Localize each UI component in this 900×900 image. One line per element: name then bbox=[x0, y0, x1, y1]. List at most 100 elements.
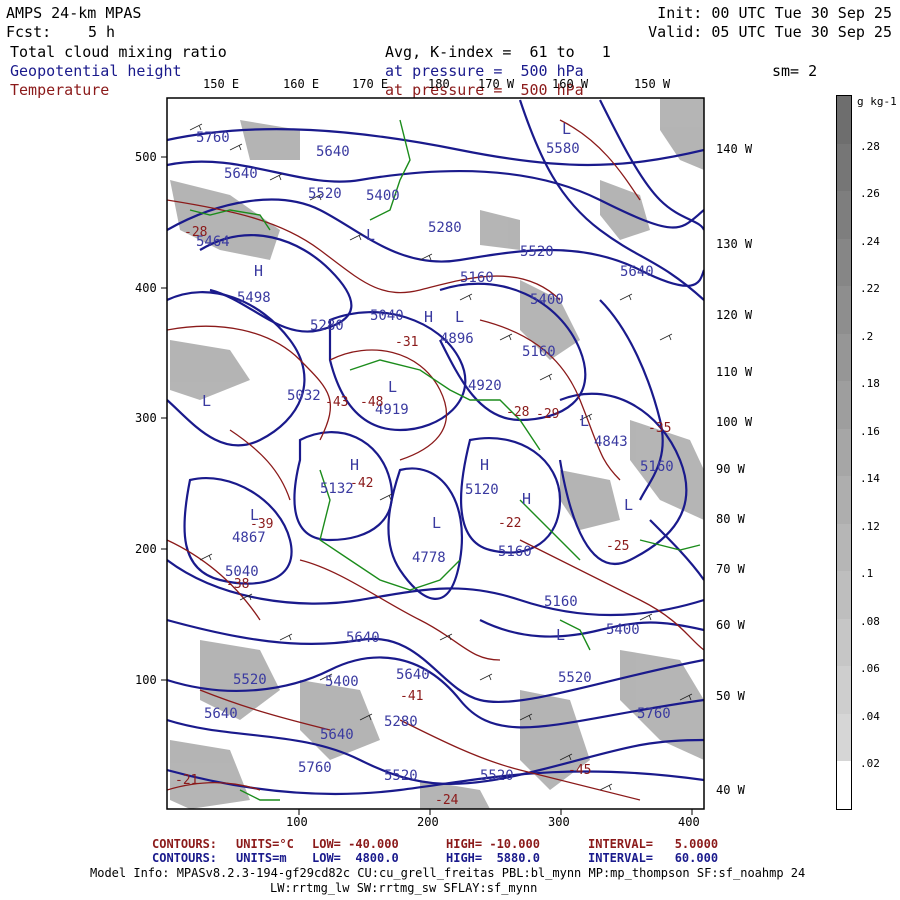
temperature-label: -28 bbox=[506, 405, 529, 420]
y-tick-label: 100 bbox=[135, 673, 157, 687]
top-lon-label: 170 W bbox=[478, 77, 515, 91]
colorbar-label: .16 bbox=[860, 425, 880, 438]
colorbar-label: .06 bbox=[860, 662, 880, 675]
y-tick-label: 200 bbox=[135, 542, 157, 556]
colorbar-swatch bbox=[837, 381, 851, 429]
y-tick-label: 300 bbox=[135, 411, 157, 425]
height-label: 5580 bbox=[546, 141, 580, 157]
right-lon-label: 70 W bbox=[716, 562, 745, 576]
height-label: 5520 bbox=[384, 768, 418, 784]
x-tick-label: 100 bbox=[286, 815, 308, 829]
top-lon-label: 160 E bbox=[283, 77, 320, 91]
height-label: 5520 bbox=[233, 672, 267, 688]
colorbar-swatch bbox=[837, 761, 851, 809]
colorbar-label: .26 bbox=[860, 187, 880, 200]
right-lon-label: 50 W bbox=[716, 689, 745, 703]
extremum-marker: H bbox=[254, 262, 263, 280]
height-label: 5520 bbox=[520, 244, 554, 260]
colorbar-swatch bbox=[837, 286, 851, 334]
height-label: 5120 bbox=[465, 482, 499, 498]
right-lon-label: 110 W bbox=[716, 365, 753, 379]
height-label: 5640 bbox=[396, 667, 430, 683]
colorbar-label: .2 bbox=[860, 330, 874, 343]
temperature-label: -31 bbox=[395, 335, 418, 350]
top-lon-label: 170 E bbox=[352, 77, 389, 91]
temperature-label: -21 bbox=[175, 773, 198, 788]
height-contour-label: CONTOURS: bbox=[152, 851, 218, 865]
temperature-label: -35 bbox=[648, 421, 671, 436]
temperature-label: -48 bbox=[360, 395, 383, 410]
extremum-marker: H bbox=[424, 308, 433, 326]
height-label: 4778 bbox=[412, 550, 446, 566]
extremum-marker: L bbox=[556, 626, 565, 644]
height-label: 5280 bbox=[384, 714, 418, 730]
right-lon-label: 100 W bbox=[716, 415, 753, 429]
height-label: 5280 bbox=[428, 220, 462, 236]
temp-contour-low: LOW= -40.000 bbox=[312, 837, 399, 851]
temp-contour-high: HIGH= -10.000 bbox=[446, 837, 540, 851]
height-label: 4896 bbox=[440, 331, 474, 347]
extremum-marker: H bbox=[350, 456, 359, 474]
extremum-marker: H bbox=[522, 490, 531, 508]
height-label: 5640 bbox=[620, 264, 654, 280]
x-tick-label: 400 bbox=[678, 815, 700, 829]
colorbar-label: .28 bbox=[860, 140, 880, 153]
extremum-marker: L bbox=[250, 506, 259, 524]
right-lon-label: 120 W bbox=[716, 308, 753, 322]
colorbar-swatch bbox=[837, 713, 851, 762]
colorbar-swatch bbox=[837, 476, 851, 524]
height-label: 5032 bbox=[287, 388, 321, 404]
colorbar-swatch bbox=[837, 191, 851, 239]
right-lon-label: 60 W bbox=[716, 618, 745, 632]
colorbar-label: .1 bbox=[860, 567, 874, 580]
height-label: 5400 bbox=[325, 674, 359, 690]
temperature-label: -22 bbox=[498, 516, 521, 531]
height-label: 5280 bbox=[310, 318, 344, 334]
colorbar-label: .22 bbox=[860, 282, 880, 295]
extremum-marker: L bbox=[562, 120, 571, 138]
colorbar-swatch bbox=[837, 333, 851, 382]
extremum-marker: L bbox=[388, 378, 397, 396]
extremum-marker: L bbox=[455, 308, 464, 326]
colorbar-swatch bbox=[837, 571, 851, 619]
colorbar-swatch bbox=[837, 523, 851, 572]
height-label: 5498 bbox=[237, 290, 271, 306]
colorbar-swatch bbox=[837, 428, 851, 477]
x-tick-label: 300 bbox=[548, 815, 570, 829]
height-label: 5520 bbox=[308, 186, 342, 202]
right-lon-label: 90 W bbox=[716, 462, 745, 476]
colorbar-units: g kg-1 bbox=[857, 95, 897, 108]
temperature-label: -38 bbox=[226, 577, 249, 592]
height-label: 4843 bbox=[594, 434, 628, 450]
y-tick-label: 500 bbox=[135, 150, 157, 164]
map-panel: 5760 5640 5640 5520 5400 5280 5464 5498 … bbox=[161, 97, 705, 815]
height-label: 5520 bbox=[480, 768, 514, 784]
height-label: 5640 bbox=[224, 166, 258, 182]
temp-contour-label: CONTOURS: bbox=[152, 837, 218, 851]
height-label: 5640 bbox=[346, 630, 380, 646]
height-label: 5160 bbox=[640, 459, 674, 475]
colorbar-swatch bbox=[837, 618, 851, 667]
temperature-label: -43 bbox=[325, 395, 348, 410]
right-lon-label: 40 W bbox=[716, 783, 745, 797]
colorbar-swatch bbox=[837, 143, 851, 192]
temperature-label: -24 bbox=[435, 793, 459, 808]
colorbar-label: .08 bbox=[860, 615, 880, 628]
height-label: 5400 bbox=[530, 292, 564, 308]
extremum-marker: L bbox=[366, 226, 375, 244]
temperature-label: -45 bbox=[568, 763, 591, 778]
colorbar-swatch bbox=[837, 238, 851, 287]
height-label: 5132 bbox=[320, 481, 354, 497]
height-label: 5160 bbox=[460, 270, 494, 286]
extremum-marker: H bbox=[480, 456, 489, 474]
height-label: 5760 bbox=[196, 130, 230, 146]
height-label: 5160 bbox=[544, 594, 578, 610]
height-label: 5160 bbox=[522, 344, 556, 360]
temperature-label: -28 bbox=[184, 225, 207, 240]
top-lon-label: 150 W bbox=[634, 77, 671, 91]
y-tick-label: 400 bbox=[135, 281, 157, 295]
model-info-line2: LW:rrtmg_lw SW:rrtmg_sw SFLAY:sf_mynn bbox=[270, 881, 538, 895]
colorbar-swatch bbox=[837, 96, 851, 144]
height-label: 5040 bbox=[370, 308, 404, 324]
height-label: 5400 bbox=[606, 622, 640, 638]
